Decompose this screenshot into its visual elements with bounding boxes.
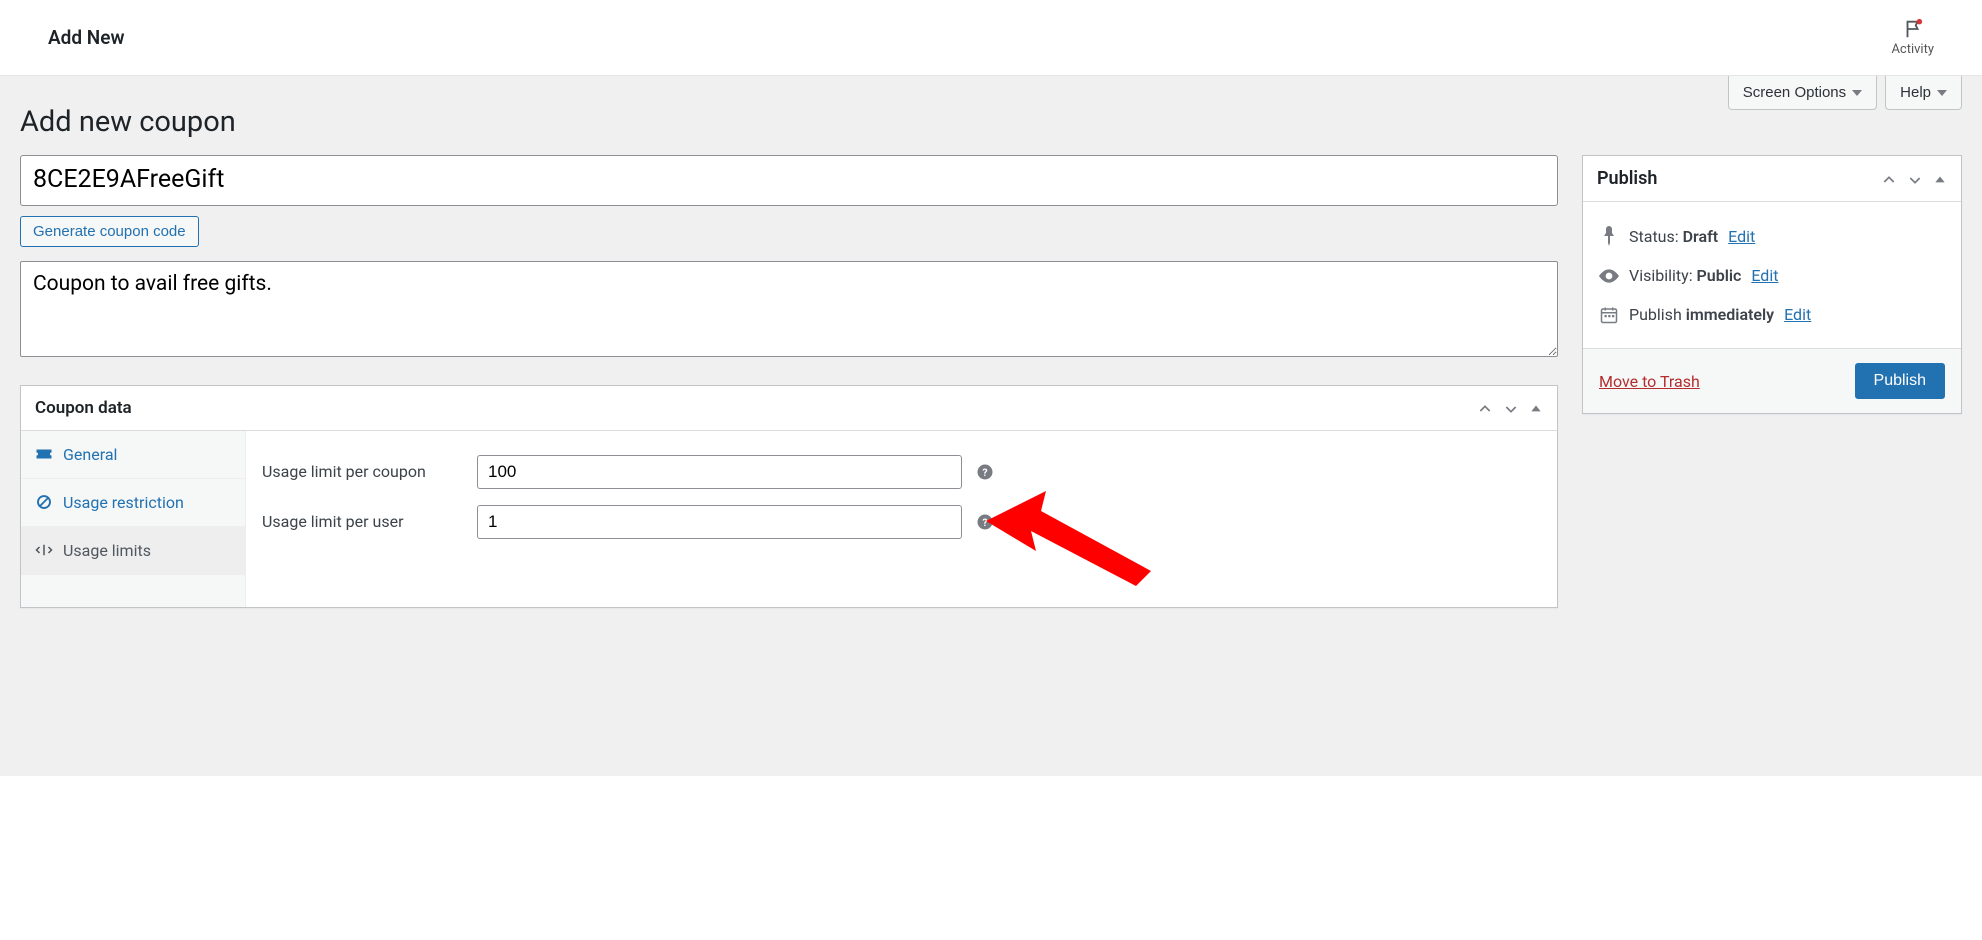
toggle-collapse-icon[interactable]	[1529, 399, 1543, 417]
publish-time-label: Publish	[1629, 305, 1682, 324]
move-up-icon[interactable]	[1477, 398, 1493, 416]
help-label: Help	[1900, 84, 1931, 101]
usage-limit-per-user-input[interactable]	[477, 505, 962, 539]
calendar-icon	[1599, 306, 1619, 324]
coupon-data-box: Coupon data General	[20, 385, 1558, 608]
visibility-value: Public	[1697, 266, 1742, 285]
caret-down-icon	[1852, 90, 1862, 96]
svg-text:?: ?	[982, 465, 987, 478]
caret-down-icon	[1937, 90, 1947, 96]
ban-icon	[35, 493, 53, 511]
edit-visibility-link[interactable]: Edit	[1751, 266, 1778, 285]
eye-icon	[1599, 269, 1619, 283]
usage-limit-per-user-label: Usage limit per user	[262, 512, 477, 531]
activity-label: Activity	[1891, 42, 1934, 57]
tab-general-label: General	[63, 445, 117, 464]
svg-text:?: ?	[982, 515, 987, 528]
tab-usage-limits-label: Usage limits	[63, 541, 151, 560]
publish-button[interactable]: Publish	[1855, 363, 1945, 399]
move-down-icon[interactable]	[1503, 398, 1519, 416]
ticket-icon	[35, 447, 53, 461]
move-down-icon[interactable]	[1907, 169, 1923, 187]
publish-time-value: immediately	[1686, 305, 1774, 324]
tab-general[interactable]: General	[21, 431, 245, 479]
help-tooltip-icon[interactable]: ?	[976, 513, 994, 531]
publish-box: Publish Status: Draft Edit	[1582, 155, 1962, 414]
visibility-label: Visibility:	[1629, 266, 1693, 285]
page-heading: Add new coupon	[20, 105, 1962, 139]
edit-status-link[interactable]: Edit	[1728, 227, 1755, 246]
tab-usage-limits[interactable]: Usage limits	[21, 527, 245, 575]
help-button[interactable]: Help	[1885, 76, 1962, 110]
topbar-page-title: Add New	[48, 26, 125, 49]
usage-limit-per-coupon-input[interactable]	[477, 455, 962, 489]
coupon-description-textarea[interactable]: Coupon to avail free gifts.	[20, 261, 1558, 357]
help-tooltip-icon[interactable]: ?	[976, 463, 994, 481]
coupon-code-input[interactable]	[20, 155, 1558, 206]
pin-icon	[1599, 226, 1619, 246]
usage-limit-per-coupon-label: Usage limit per coupon	[262, 462, 477, 481]
tab-usage-restriction[interactable]: Usage restriction	[21, 479, 245, 527]
activity-button[interactable]: Activity	[1891, 18, 1934, 57]
generate-coupon-code-button[interactable]: Generate coupon code	[20, 216, 199, 247]
flag-icon	[1902, 18, 1924, 40]
move-to-trash-link[interactable]: Move to Trash	[1599, 372, 1700, 391]
screen-options-label: Screen Options	[1743, 84, 1846, 101]
toggle-collapse-icon[interactable]	[1933, 170, 1947, 188]
edit-publish-time-link[interactable]: Edit	[1784, 305, 1811, 324]
move-up-icon[interactable]	[1881, 169, 1897, 187]
tab-usage-restriction-label: Usage restriction	[63, 493, 184, 512]
screen-options-button[interactable]: Screen Options	[1728, 76, 1877, 110]
publish-box-title: Publish	[1597, 168, 1657, 189]
status-label: Status:	[1629, 227, 1679, 246]
status-value: Draft	[1683, 227, 1719, 246]
coupon-data-title: Coupon data	[35, 398, 132, 418]
arrows-horizontal-icon	[35, 543, 53, 557]
